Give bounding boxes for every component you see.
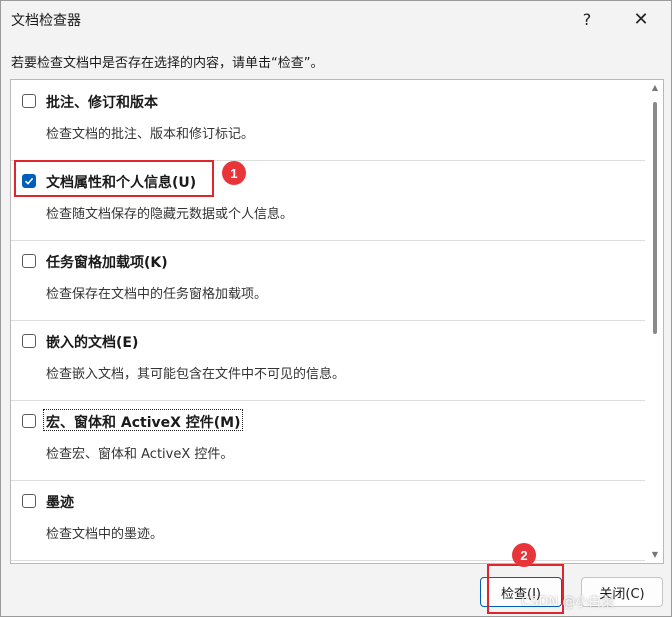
vertical-scrollbar[interactable]: ▲ ▼ <box>647 80 663 563</box>
checkbox-comments[interactable] <box>22 94 36 108</box>
scroll-up-arrow-icon[interactable]: ▲ <box>651 84 659 92</box>
help-button[interactable]: ? <box>569 5 605 33</box>
item-description: 检查保存在文档中的任务窗格加载项。 <box>46 287 268 302</box>
checkbox-macros-activex[interactable] <box>22 414 36 428</box>
checkbox-ink[interactable] <box>22 494 36 508</box>
focus-rectangle <box>43 409 243 431</box>
instruction-text: 若要检查文档中是否存在选择的内容，请单击“检查”。 <box>11 56 324 71</box>
scroll-down-arrow-icon[interactable]: ▼ <box>651 551 659 559</box>
item-description: 检查文档中的墨迹。 <box>46 527 164 542</box>
item-description: 检查嵌入文档，其可能包含在文件中不可见的信息。 <box>46 367 346 382</box>
annotation-badge-1: 1 <box>222 161 246 185</box>
list-item-macros-activex: 宏、窗体和 ActiveX 控件(M) 检查宏、窗体和 ActiveX 控件。 <box>11 400 645 481</box>
annotation-badge-2: 2 <box>512 543 536 567</box>
list-item-task-pane-addins: 任务窗格加载项(K) 检查保存在文档中的任务窗格加载项。 <box>11 240 645 321</box>
close-window-button[interactable]: ✕ <box>623 5 659 33</box>
annotation-highlight-properties <box>14 160 214 197</box>
list-item-embedded-documents: 嵌入的文档(E) 检查嵌入文档，其可能包含在文件中不可见的信息。 <box>11 320 645 401</box>
checkbox-task-pane-addins[interactable] <box>22 254 36 268</box>
document-inspector-dialog: 文档检查器 ? ✕ 若要检查文档中是否存在选择的内容，请单击“检查”。 批注、修… <box>0 0 672 617</box>
item-description: 检查随文档保存的隐藏元数据或个人信息。 <box>46 207 294 222</box>
inspection-list: 批注、修订和版本 检查文档的批注、版本和修订标记。 文档属性和个人信息(U) 检… <box>10 79 664 564</box>
list-item-ink: 墨迹 检查文档中的墨迹。 <box>11 480 645 561</box>
item-description: 检查宏、窗体和 ActiveX 控件。 <box>46 447 234 462</box>
scroll-thumb[interactable] <box>653 102 657 334</box>
item-title: 嵌入的文档(E) <box>46 335 139 351</box>
window-title: 文档检查器 <box>11 13 81 29</box>
item-title: 批注、修订和版本 <box>46 95 158 111</box>
list-item-comments: 批注、修订和版本 检查文档的批注、版本和修订标记。 <box>11 80 645 161</box>
item-title: 墨迹 <box>46 495 74 511</box>
item-title: 任务窗格加载项(K) <box>46 255 168 271</box>
item-description: 检查文档的批注、版本和修订标记。 <box>46 127 255 142</box>
title-bar: 文档检查器 ? ✕ <box>1 1 671 39</box>
watermark: CSDN @小白菜 <box>521 595 615 610</box>
checkbox-embedded-documents[interactable] <box>22 334 36 348</box>
